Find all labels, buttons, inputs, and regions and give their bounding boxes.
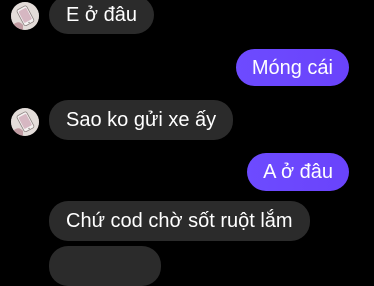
contact-avatar-icon: [11, 2, 39, 30]
message-bubble-incoming-partial[interactable]: [49, 246, 161, 286]
message-bubble-incoming[interactable]: E ở đâu: [49, 0, 154, 34]
chat-thread: E ở đâu Móng cái Sao ko gửi xe ấy A ở đâ…: [0, 0, 374, 286]
contact-avatar-icon: [11, 108, 39, 136]
message-bubble-outgoing[interactable]: A ở đâu: [247, 153, 349, 191]
contact-avatar[interactable]: [11, 108, 39, 136]
message-bubble-incoming[interactable]: Sao ko gửi xe ấy: [49, 100, 234, 140]
contact-avatar[interactable]: [11, 2, 39, 30]
message-bubble-outgoing[interactable]: Móng cái: [235, 49, 349, 86]
message-bubble-incoming[interactable]: Chứ cod chờ sốt ruột lắm: [49, 201, 310, 241]
